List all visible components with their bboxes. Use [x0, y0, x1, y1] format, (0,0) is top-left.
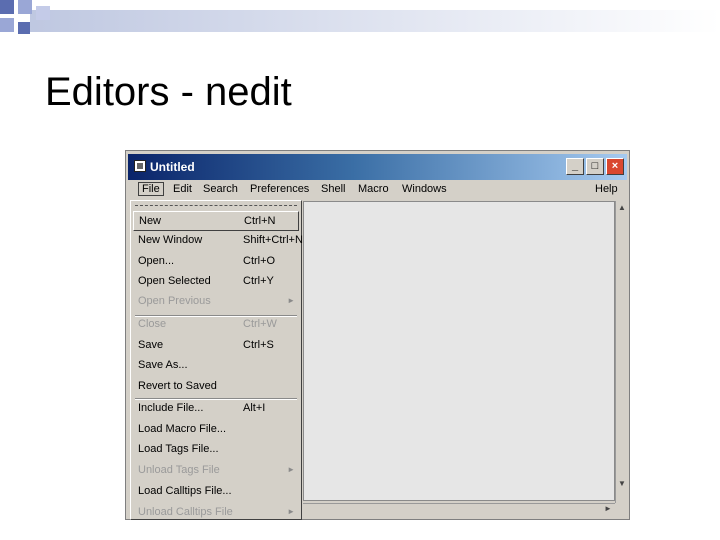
- menu-shell[interactable]: Shell: [321, 183, 345, 195]
- slide-title: Editors - nedit: [45, 70, 292, 114]
- tear-off-line[interactable]: [135, 205, 297, 206]
- scroll-up-icon[interactable]: ▲: [617, 203, 627, 213]
- menu-item-label: Revert to Saved: [138, 380, 217, 392]
- submenu-arrow-icon: ►: [287, 465, 295, 474]
- nedit-app-icon[interactable]: [134, 160, 146, 172]
- menu-item-unload-tags[interactable]: Unload Tags File ►: [133, 461, 299, 481]
- minimize-icon[interactable]: _: [566, 158, 584, 175]
- file-menu: New Ctrl+N New Window Shift+Ctrl+N Open.…: [130, 200, 303, 520]
- menu-item-revert[interactable]: Revert to Saved: [133, 377, 299, 397]
- menu-bar: File Edit Search Preferences Shell Macro…: [128, 181, 627, 199]
- editor-text-area[interactable]: [303, 201, 615, 501]
- scroll-right-icon[interactable]: ►: [603, 504, 613, 514]
- scroll-down-icon[interactable]: ▼: [617, 479, 627, 489]
- menu-item-new-window[interactable]: New Window Shift+Ctrl+N: [133, 231, 303, 251]
- menu-item-shortcut: Ctrl+O: [243, 255, 276, 267]
- menu-item-label: Unload Tags File: [138, 464, 220, 476]
- submenu-arrow-icon: ►: [287, 507, 295, 516]
- menu-file[interactable]: File: [138, 182, 164, 196]
- menu-item-label: Open...: [138, 255, 175, 267]
- menu-preferences[interactable]: Preferences: [250, 183, 309, 195]
- vertical-scrollbar[interactable]: ▲ ▼: [615, 201, 627, 503]
- menu-item-new[interactable]: New Ctrl+N: [133, 211, 299, 231]
- menu-item-label: Load Macro File...: [138, 423, 227, 435]
- menu-macro[interactable]: Macro: [358, 183, 389, 195]
- menu-item-label: Include File...: [138, 402, 204, 414]
- menu-item-label: Open Selected: [138, 275, 211, 287]
- menu-search[interactable]: Search: [203, 183, 238, 195]
- menu-item-shortcut: Shift+Ctrl+N: [243, 234, 303, 246]
- menu-help[interactable]: Help: [595, 183, 618, 195]
- menu-item-label: Save: [138, 339, 164, 351]
- menu-item-shortcut: Ctrl+Y: [243, 275, 274, 287]
- menu-item-include-file[interactable]: Include File... Alt+I: [133, 399, 299, 419]
- menu-item-load-macro[interactable]: Load Macro File...: [133, 420, 299, 440]
- menu-item-open-selected[interactable]: Open Selected Ctrl+Y: [133, 272, 299, 292]
- menu-item-label: Load Calltips File...: [138, 485, 232, 497]
- menu-item-shortcut: Alt+I: [243, 402, 266, 414]
- close-icon[interactable]: ×: [606, 158, 624, 175]
- menu-item-label: Open Previous: [138, 295, 211, 307]
- window-title: Untitled: [150, 160, 195, 174]
- menu-item-close[interactable]: Close Ctrl+W: [133, 315, 299, 335]
- menu-windows[interactable]: Windows: [402, 183, 447, 195]
- menu-item-unload-calltips[interactable]: Unload Calltips File ►: [133, 503, 299, 519]
- menu-item-load-tags[interactable]: Load Tags File...: [133, 440, 299, 460]
- title-bar[interactable]: Untitled _ □ ×: [128, 154, 627, 180]
- slide-corner-decoration: [0, 0, 720, 34]
- submenu-arrow-icon: ►: [287, 296, 295, 305]
- menu-item-label: Unload Calltips File: [138, 506, 233, 518]
- menu-item-label: Save As...: [138, 359, 188, 371]
- menu-item-open[interactable]: Open... Ctrl+O: [133, 252, 299, 272]
- menu-item-save-as[interactable]: Save As...: [133, 356, 299, 376]
- menu-item-save[interactable]: Save Ctrl+S: [133, 336, 299, 356]
- menu-item-label: New Window: [138, 234, 203, 246]
- horizontal-scrollbar[interactable]: ►: [303, 503, 615, 515]
- menu-item-label: Load Tags File...: [138, 443, 219, 455]
- maximize-icon[interactable]: □: [586, 158, 604, 175]
- menu-item-shortcut: Ctrl+N: [244, 215, 276, 227]
- menu-item-shortcut: Ctrl+W: [243, 318, 277, 330]
- menu-item-open-previous[interactable]: Open Previous ►: [133, 292, 299, 312]
- menu-item-label: Close: [138, 318, 167, 330]
- menu-item-load-calltips[interactable]: Load Calltips File...: [133, 482, 299, 502]
- menu-edit[interactable]: Edit: [173, 183, 192, 195]
- menu-item-shortcut: Ctrl+S: [243, 339, 274, 351]
- menu-item-label: New: [139, 215, 162, 227]
